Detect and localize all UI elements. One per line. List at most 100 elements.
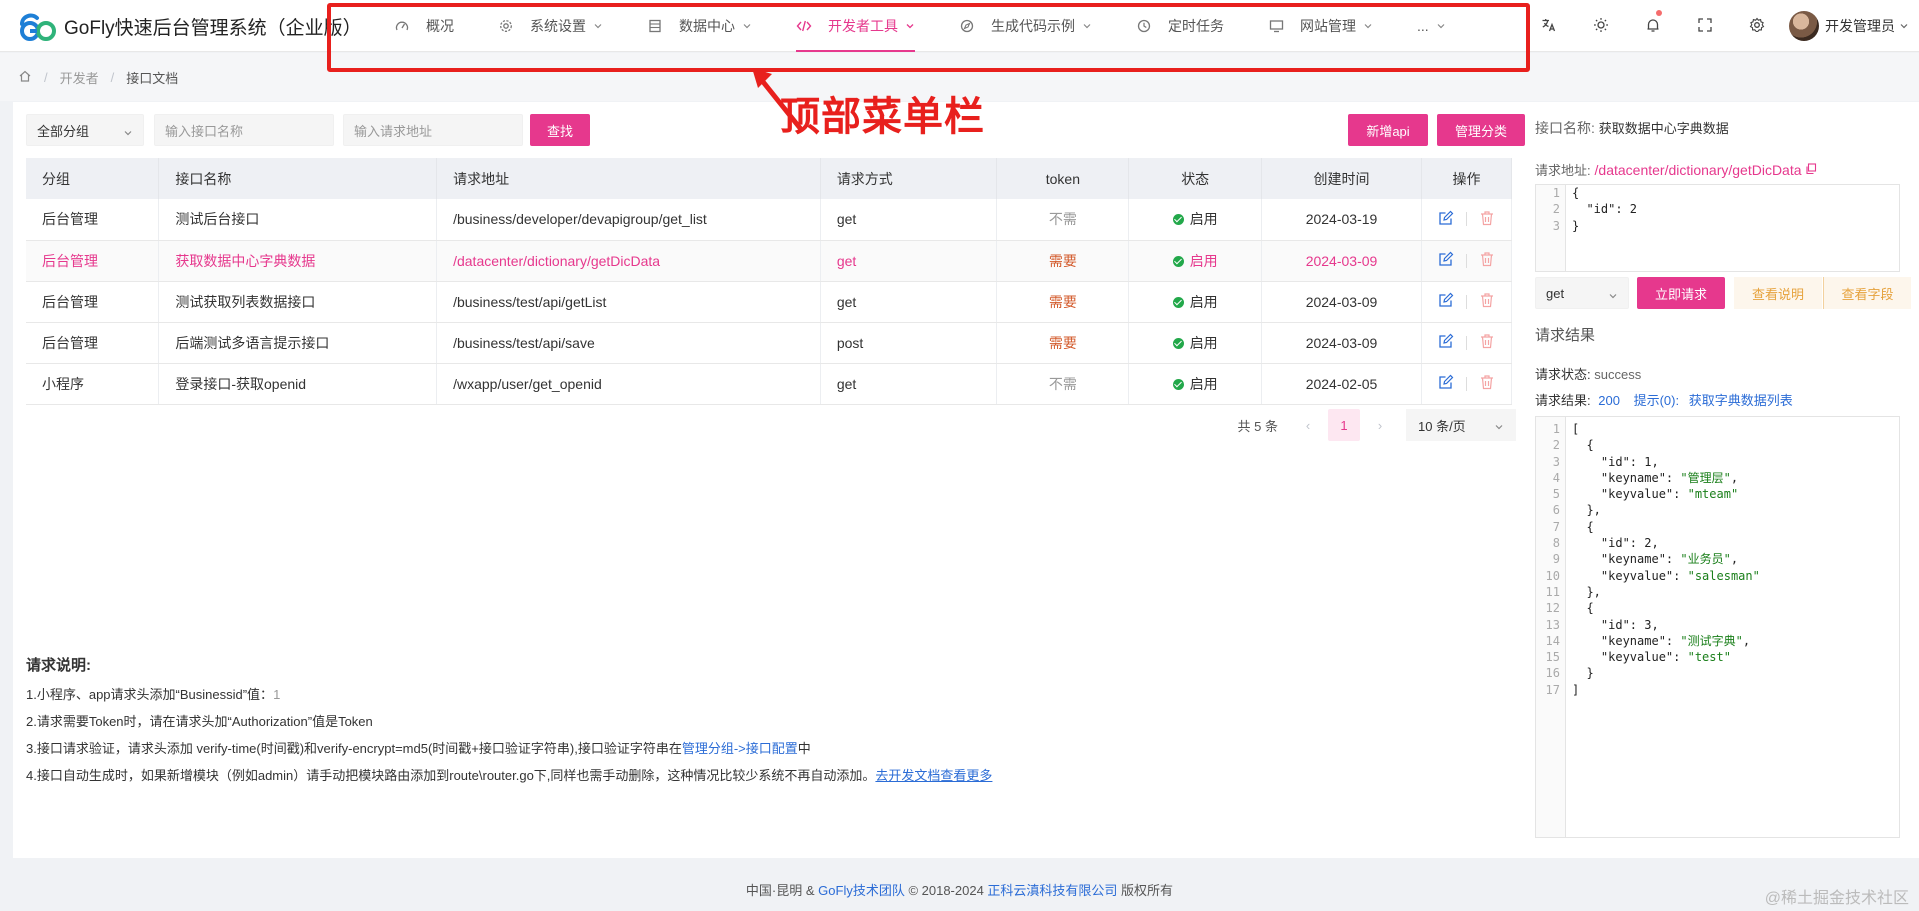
delete-icon[interactable] — [1479, 251, 1495, 270]
gofly-logo-icon — [18, 10, 58, 42]
prev-page-button[interactable]: ‹ — [1292, 409, 1324, 441]
settings-button[interactable] — [1731, 0, 1783, 52]
nav-item-developer-tools[interactable]: 开发者工具 — [774, 0, 937, 52]
page-number[interactable]: 1 — [1328, 409, 1360, 441]
translate-button[interactable] — [1523, 0, 1575, 52]
nav-item-overview[interactable]: 概况 — [372, 0, 476, 52]
column-header[interactable]: 操作 — [1421, 158, 1513, 199]
table-row[interactable]: 后台管理 获取数据中心字典数据/datacenter/dictionary/get… — [26, 240, 1513, 282]
code-line: }, — [1572, 584, 1601, 599]
table-row[interactable]: 后台管理 测试获取列表数据接口/business/test/api/getList… — [26, 281, 1513, 323]
cell-token: 需要 — [996, 240, 1130, 282]
nav-item-data-center[interactable]: 数据中心 — [625, 0, 774, 52]
code-line: "keyvalue": "test" — [1572, 650, 1731, 665]
footer-company-link[interactable]: 正科云滇科技有限公司 — [987, 883, 1117, 898]
view-doc-button[interactable]: 查看说明 — [1734, 277, 1822, 309]
notification-button[interactable] — [1627, 0, 1679, 52]
footer-team-link[interactable]: GoFly技术团队 — [818, 883, 905, 898]
edit-icon[interactable] — [1438, 292, 1454, 311]
note-line: 3.接口请求验证，请求头添加 verify-time(时间戳)和verify-e… — [26, 741, 811, 756]
table-row[interactable]: 小程序 登录接口-获取openid/wxapp/user/get_openid ge… — [26, 363, 1513, 405]
cell-method: get — [820, 199, 998, 241]
column-header[interactable]: 状态 — [1128, 158, 1263, 199]
column-header[interactable]: 接口名称 — [158, 158, 438, 199]
manage-category-button[interactable]: 管理分类 — [1437, 114, 1525, 146]
cell-method: get — [820, 363, 998, 405]
fullscreen-icon — [1697, 17, 1713, 36]
dashboard-icon — [394, 18, 410, 34]
cell-date: 2024-02-05 — [1261, 363, 1422, 405]
cell-url: /datacenter/dictionary/getDicData — [436, 240, 821, 282]
cell-date: 2024-03-19 — [1261, 199, 1422, 241]
cell-name: 获取数据中心字典数据 — [158, 240, 438, 282]
cell-token: 需要 — [996, 281, 1130, 323]
nav-item-site-management[interactable]: 网站管理 — [1246, 0, 1395, 52]
table-row[interactable]: 后台管理 测试后台接口/business/developer/devapigrou… — [26, 199, 1513, 241]
notification-badge — [1656, 10, 1662, 16]
api-config-link[interactable]: 管理分组->接口配置 — [682, 741, 798, 756]
chevron-down-icon — [905, 21, 915, 31]
gear-icon — [1749, 17, 1765, 36]
table-row[interactable]: 后台管理 后端测试多语言提示接口/business/test/api/save po… — [26, 322, 1513, 364]
api-name-value: 获取数据中心字典数据 — [1598, 121, 1729, 136]
code-icon — [796, 18, 812, 34]
cell-method: get — [820, 281, 998, 323]
cell-group: 后台管理 — [26, 199, 160, 241]
clock-icon — [1136, 18, 1152, 34]
nav-item-scheduled-tasks[interactable]: 定时任务 — [1114, 0, 1246, 52]
result-message: 获取字典数据列表 — [1688, 393, 1793, 408]
delete-icon[interactable] — [1479, 210, 1495, 229]
edit-icon[interactable] — [1438, 374, 1454, 393]
response-viewer[interactable]: 1 2 3 4 5 6 7 8 9 10 11 12 13 14 15 16 17 [ { "id": 1, "… — [1535, 416, 1900, 838]
translate-icon — [1541, 17, 1557, 36]
footer: 中国·昆明 & GoFly技术团队 © 2018-2024 正科云滇科技有限公司… — [745, 883, 1174, 898]
copy-icon[interactable] — [1805, 162, 1817, 178]
theme-toggle-button[interactable] — [1575, 0, 1627, 52]
api-url-value: /datacenter/dictionary/getDicData — [1594, 162, 1802, 178]
column-header[interactable]: 请求方式 — [820, 158, 998, 199]
fullscreen-button[interactable] — [1679, 0, 1731, 52]
add-api-button[interactable]: 新增api — [1348, 114, 1428, 146]
pagination-total: 共 5 条 — [1237, 418, 1278, 434]
edit-icon[interactable] — [1438, 210, 1454, 229]
dev-docs-link[interactable]: 去开发文档查看更多 — [875, 768, 992, 783]
column-header[interactable]: 请求地址 — [436, 158, 821, 199]
group-select[interactable]: 全部分组 — [26, 114, 144, 146]
edit-icon[interactable] — [1438, 333, 1454, 352]
request-url-input[interactable]: 输入请求地址 — [343, 114, 523, 146]
nav-item-system-settings[interactable]: 系统设置 — [476, 0, 625, 52]
edit-icon[interactable] — [1438, 251, 1454, 270]
column-header[interactable]: token — [996, 158, 1130, 199]
cell-group: 后台管理 — [26, 281, 160, 323]
breadcrumb-developer[interactable]: 开发者 — [60, 68, 99, 87]
request-params-editor[interactable]: 123 { "id": 2} — [1535, 184, 1900, 272]
code-line: { — [1572, 519, 1594, 534]
search-button[interactable]: 查找 — [530, 114, 590, 146]
column-header[interactable]: 分组 — [26, 158, 160, 199]
delete-icon[interactable] — [1479, 374, 1495, 393]
cell-name: 登录接口-获取openid — [158, 363, 438, 405]
column-header[interactable]: 创建时间 — [1261, 158, 1422, 199]
nav-item-more[interactable]: ... — [1395, 0, 1468, 52]
delete-icon[interactable] — [1479, 292, 1495, 311]
view-fields-button[interactable]: 查看字段 — [1823, 277, 1911, 309]
chevron-down-icon — [742, 21, 752, 31]
cell-status: 启用 — [1128, 322, 1263, 364]
app-logo[interactable]: GoFly快速后台管理系统（企业版） — [18, 10, 362, 42]
delete-icon[interactable] — [1479, 333, 1495, 352]
code-line: "keyname": "测试字典", — [1572, 633, 1751, 648]
user-menu[interactable]: 开发管理员 — [1783, 0, 1919, 52]
api-name-input[interactable]: 输入接口名称 — [154, 114, 334, 146]
nav-item-code-examples[interactable]: 生成代码示例 — [937, 0, 1114, 52]
request-notes: 请求说明: 1.小程序、app请求头添加“Businessid”值：1 2.请求… — [26, 652, 992, 789]
code-line: } — [1572, 218, 1580, 233]
home-icon[interactable] — [18, 69, 32, 86]
result-summary-row: 请求结果: 200 提示(0): 获取字典数据列表 — [1535, 393, 1793, 408]
note-line: 1.小程序、app请求头添加“Businessid”值：1 — [26, 687, 281, 702]
cell-name: 测试获取列表数据接口 — [158, 281, 438, 323]
cell-url: /business/test/api/getList — [436, 281, 821, 323]
next-page-button[interactable]: › — [1364, 409, 1396, 441]
method-select[interactable]: get — [1535, 277, 1629, 309]
page-size-select[interactable]: 10 条/页 — [1406, 409, 1516, 441]
send-request-button[interactable]: 立即请求 — [1637, 277, 1725, 309]
